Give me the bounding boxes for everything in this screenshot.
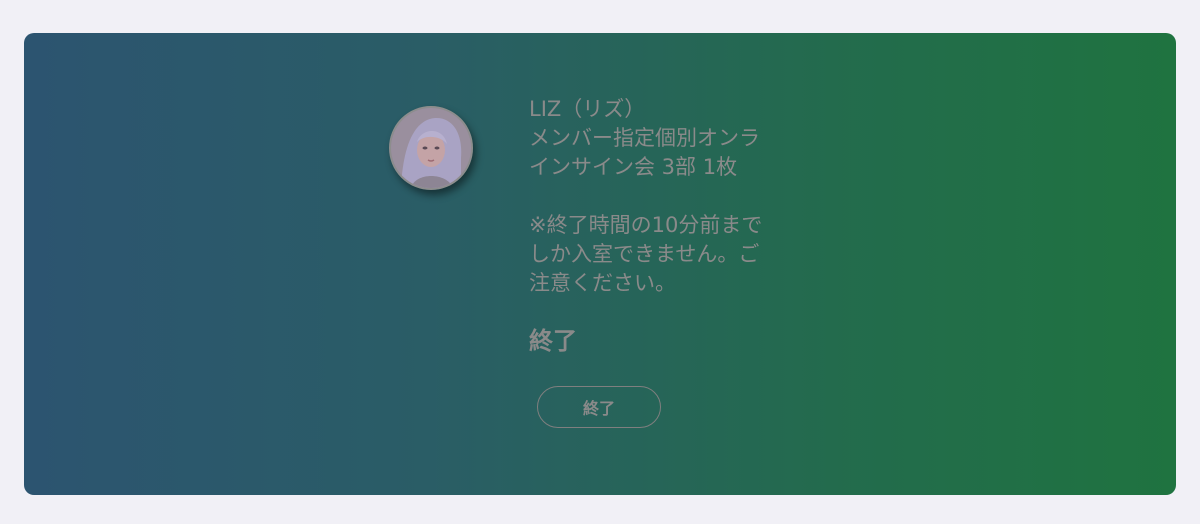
- event-title-line-1: メンバー指定個別オンラ: [529, 126, 760, 150]
- event-card: LIZ（リズ） メンバー指定個別オンラ インサイン会 3部 1枚 ※終了時間の1…: [24, 33, 1176, 495]
- status-label: 終了: [529, 327, 577, 355]
- ended-button[interactable]: 終了: [537, 386, 661, 428]
- member-avatar: [389, 106, 473, 190]
- member-name: LIZ（リズ）: [529, 97, 646, 121]
- member-photo-icon: [391, 108, 471, 188]
- event-title-line-2: インサイン会 3部 1枚: [529, 155, 738, 179]
- event-info: LIZ（リズ） メンバー指定個別オンラ インサイン会 3部 1枚 ※終了時間の1…: [529, 95, 819, 298]
- notice-line-1: ※終了時間の10分前まで: [529, 213, 763, 237]
- notice-line-3: 注意ください。: [529, 271, 676, 295]
- notice-line-2: しか入室できません。ご: [529, 242, 760, 266]
